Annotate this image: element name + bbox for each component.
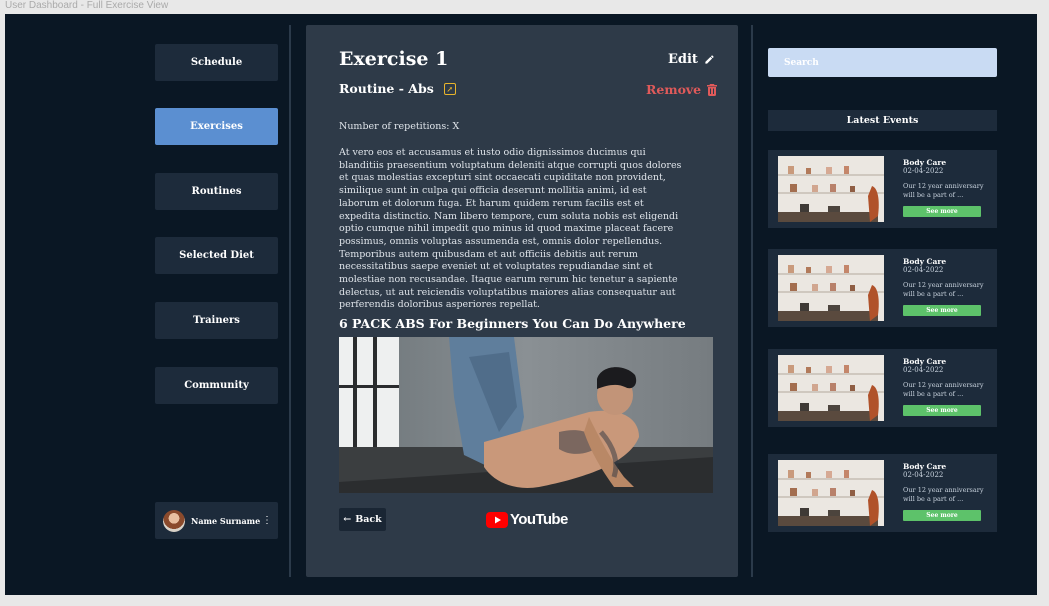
event-card: Body Care 02-04-2022 Our 12 year anniver… (768, 150, 997, 228)
exercise-title: Exercise 1 (339, 48, 449, 70)
right-divider (751, 25, 753, 577)
search-input[interactable] (768, 48, 997, 77)
youtube-label: YouTube (510, 511, 568, 528)
nav-routines-button[interactable]: Routines (155, 173, 278, 210)
event-image (778, 460, 884, 526)
edit-button[interactable]: Edit (668, 52, 715, 67)
exercise-description: At vero eos et accusamus et iusto odio d… (339, 147, 682, 311)
event-description: Our 12 year anniversary will be a part o… (903, 381, 984, 398)
user-profile-card[interactable]: Name Surname ⋮ (155, 502, 278, 539)
event-title: Body Care (903, 257, 947, 266)
edit-label: Edit (668, 52, 698, 67)
back-button[interactable]: ← Back (339, 508, 386, 531)
event-description: Our 12 year anniversary will be a part o… (903, 486, 984, 503)
event-description: Our 12 year anniversary will be a part o… (903, 182, 984, 199)
nav-schedule-button[interactable]: Schedule (155, 44, 278, 81)
trash-icon (707, 83, 718, 96)
event-image (778, 156, 884, 222)
external-link-icon[interactable]: ↗ (443, 82, 456, 95)
video-title: 6 PACK ABS For Beginners You Can Do Anyw… (339, 316, 686, 331)
more-vertical-icon[interactable]: ⋮ (262, 515, 272, 526)
event-title: Body Care (903, 462, 947, 471)
user-name: Name Surname (191, 515, 261, 526)
exercise-panel: Exercise 1 Edit Routine - Abs ↗ Remove N… (306, 25, 738, 577)
pencil-icon (705, 55, 714, 64)
remove-button[interactable]: Remove (646, 82, 718, 97)
see-more-button[interactable]: See more (903, 510, 981, 521)
nav-selected-diet-button[interactable]: Selected Diet (155, 237, 278, 274)
youtube-icon (486, 511, 508, 528)
arrow-left-icon: ← (343, 514, 352, 525)
routine-label: Routine - Abs (339, 81, 434, 96)
event-date: 02-04-2022 (903, 366, 944, 374)
exercise-video[interactable] (339, 337, 713, 493)
avatar (163, 509, 185, 532)
latest-events-header: Latest Events (768, 110, 997, 131)
youtube-link[interactable]: YouTube (486, 511, 568, 528)
event-card: Body Care 02-04-2022 Our 12 year anniver… (768, 349, 997, 427)
nav-exercises-button[interactable]: Exercises (155, 108, 278, 145)
nav-community-button[interactable]: Community (155, 367, 278, 404)
repetitions-text: Number of repetitions: X (339, 121, 460, 132)
event-image (778, 255, 884, 321)
routine-link: Routine - Abs ↗ (339, 81, 456, 96)
event-title: Body Care (903, 158, 947, 167)
event-date: 02-04-2022 (903, 167, 944, 175)
see-more-button[interactable]: See more (903, 206, 981, 217)
event-card: Body Care 02-04-2022 Our 12 year anniver… (768, 249, 997, 327)
nav-trainers-button[interactable]: Trainers (155, 302, 278, 339)
event-description: Our 12 year anniversary will be a part o… (903, 281, 984, 298)
video-thumbnail (339, 337, 713, 493)
event-title: Body Care (903, 357, 947, 366)
frame-title: User Dashboard - Full Exercise View (5, 0, 169, 11)
see-more-button[interactable]: See more (903, 305, 981, 316)
back-label: Back (355, 514, 382, 525)
see-more-button[interactable]: See more (903, 405, 981, 416)
remove-label: Remove (646, 82, 702, 97)
event-date: 02-04-2022 (903, 266, 944, 274)
event-card: Body Care 02-04-2022 Our 12 year anniver… (768, 454, 997, 532)
event-image (778, 355, 884, 421)
event-date: 02-04-2022 (903, 471, 944, 479)
left-divider (289, 25, 291, 577)
